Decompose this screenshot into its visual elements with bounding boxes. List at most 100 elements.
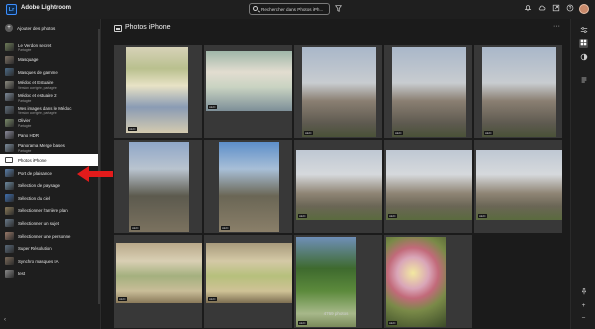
file-format-badge: HEIC (208, 105, 217, 109)
sidebar-item-label: Médoc et estuaire 2 (18, 92, 57, 98)
photo-tile[interactable]: HEIC (294, 45, 382, 138)
photo-thumbnail (126, 47, 188, 133)
sidebar-item[interactable]: Photos iPhone (0, 154, 100, 167)
search-placeholder: Rechercher dans Photos iPh... (261, 7, 324, 12)
photo-tile[interactable]: HEIC (114, 140, 202, 233)
photo-tile[interactable]: HEIC (114, 45, 202, 138)
photo-thumbnail (392, 47, 466, 137)
sidebar-item[interactable]: test (0, 268, 100, 280)
app-title: Adobe Lightroom (21, 5, 71, 11)
album-icon (5, 157, 13, 164)
sidebar-item[interactable]: Masques de gamme (0, 66, 100, 78)
help-icon[interactable] (565, 4, 574, 14)
sidebar-item-sublabel: Partagée (18, 123, 32, 128)
grid-view-icon[interactable] (579, 39, 588, 48)
photo-tile[interactable]: HEIC (384, 140, 472, 233)
album-icon (114, 25, 122, 32)
pin-icon[interactable] (579, 287, 588, 296)
file-format-badge: HEIC (128, 127, 137, 131)
photo-thumbnail (206, 243, 292, 303)
album-thumbnail (5, 244, 14, 253)
album-thumbnail (5, 269, 14, 278)
sidebar-item[interactable]: Le Verdon secret Partagée (0, 41, 100, 53)
filter-icon[interactable] (335, 5, 342, 15)
album-thumbnail (5, 131, 14, 140)
file-format-badge: HEIC (304, 131, 313, 135)
photo-grid: HEIC HEIC HEIC HEIC HEIC HEIC HEIC HEIC HEIC HEIC… (114, 45, 565, 328)
add-photos-button[interactable]: + Ajouter des photos (5, 24, 55, 32)
red-arrow-shape (77, 166, 113, 182)
photo-tile[interactable]: HEIC (384, 45, 472, 138)
sidebar-item[interactable]: Médoc et estuaire 2 Partagée (0, 91, 100, 103)
sidebar-item[interactable]: Sélectionner l'arrière plan (0, 205, 100, 217)
file-format-badge: HEIC (388, 214, 397, 218)
sidebar-item-label: Sélection du ciel (18, 195, 50, 201)
sidebar-item-label: Port de plaisance (18, 170, 52, 176)
sidebar-item-label: Photos iPhone (18, 157, 47, 163)
album-thumbnail (5, 206, 14, 215)
photo-count: 4769 photos (323, 311, 349, 316)
main-content: Photos iPhone ··· HEIC HEIC HEIC HEIC HEIC HE… (102, 19, 570, 329)
file-format-badge: HEIC (394, 131, 403, 135)
share-icon[interactable] (551, 4, 560, 14)
sidebar-item-label: Sélectionner l'arrière plan (18, 208, 68, 214)
cloud-icon[interactable] (537, 4, 546, 14)
sidebar-item[interactable]: Pano HDR (0, 129, 100, 141)
photo-thumbnail (302, 47, 376, 137)
album-thumbnail (5, 68, 14, 77)
zoom-in-icon[interactable]: + (579, 301, 588, 310)
sidebar-item-label: Sélectionner un sujet (18, 220, 60, 226)
photo-thumbnail (296, 150, 382, 220)
sidebar-item[interactable]: Olivier Partagée (0, 117, 100, 129)
sidebar-item-sublabel: Partagée (18, 148, 32, 153)
sidebar-item-label: Sélectionner une personne (18, 233, 71, 239)
sidebar-item[interactable]: Sélectionner un sujet (0, 217, 100, 229)
sidebar-item[interactable]: Sélection du ciel (0, 192, 100, 204)
album-thumbnail (5, 169, 14, 177)
photo-tile[interactable]: HEIC (474, 140, 562, 233)
photo-tile[interactable]: HEIC (204, 45, 292, 138)
sidebar-item[interactable]: Sélectionner une personne (0, 230, 100, 242)
album-header: Photos iPhone ··· (102, 19, 570, 39)
sidebar-item-label: Synchro masques IA (18, 258, 59, 264)
photo-tile[interactable]: HEIC (294, 140, 382, 233)
album-thumbnail (5, 93, 14, 102)
red-arrow-annotation (77, 166, 113, 182)
file-format-badge: HEIC (388, 321, 397, 325)
collapse-sidebar-icon[interactable]: ‹ (4, 316, 12, 324)
bell-icon[interactable] (523, 4, 532, 14)
album-thumbnail (5, 219, 14, 228)
edit-sliders-icon[interactable] (579, 26, 588, 35)
sidebar-item-sublabel: Version corrigée, partagée (18, 85, 57, 90)
sidebar-item[interactable]: Synchro masques IA (0, 255, 100, 267)
file-format-badge: HEIC (298, 214, 307, 218)
top-bar: Lr Adobe Lightroom Rechercher dans Photo… (0, 0, 595, 19)
photo-tile[interactable]: HEIC (204, 140, 292, 233)
photo-thumbnail (129, 142, 189, 232)
avatar[interactable] (579, 4, 589, 14)
sidebar-item-label: Pano HDR (18, 132, 39, 138)
sidebar-item[interactable]: Médoc et Estuaire Version corrigée, parta… (0, 79, 100, 91)
search-icon (253, 6, 258, 11)
sidebar-item-label: Olivier (18, 118, 31, 124)
file-format-badge: HEIC (221, 226, 230, 230)
zoom-out-icon[interactable]: − (579, 314, 588, 323)
sidebar-item[interactable]: Masquage (0, 54, 100, 66)
file-format-badge: HEIC (118, 297, 127, 301)
sidebar-item-label: test (18, 271, 26, 277)
presets-icon[interactable] (579, 53, 588, 62)
more-options-icon[interactable]: ··· (553, 23, 560, 30)
photo-thumbnail (482, 47, 556, 137)
photo-tile[interactable]: HEIC (474, 45, 562, 138)
album-thumbnail (5, 55, 14, 64)
sidebar-item[interactable]: Super Résolution (0, 243, 100, 255)
sidebar-item-sublabel: Partagée (18, 98, 32, 103)
sidebar-item[interactable]: Mes images dans le Médoc Version corrigée… (0, 104, 100, 116)
sidebar-item-label: Médoc et Estuaire (18, 80, 54, 86)
info-list-icon[interactable] (579, 76, 588, 85)
photo-thumbnail (386, 150, 472, 220)
sidebar-item-label: Sélection de paysage (18, 183, 60, 189)
search-input[interactable]: Rechercher dans Photos iPh... (249, 3, 330, 15)
sidebar-item-sublabel: Version corrigée, partagée (18, 111, 57, 116)
sidebar-item[interactable]: Panorama Merge bases Partagée (0, 142, 100, 154)
